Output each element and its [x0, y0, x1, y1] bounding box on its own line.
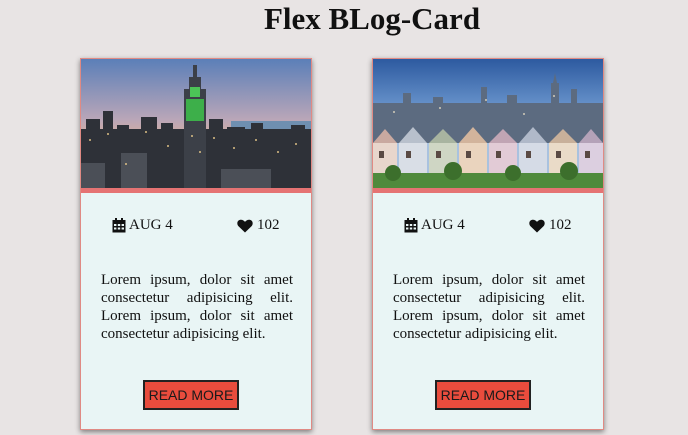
date-label: AUG 4 — [129, 217, 173, 233]
read-more-button[interactable]: READ MORE — [435, 380, 531, 410]
card-likes: 102 — [237, 217, 280, 234]
blog-card: AUG 4 102 Lorem ipsum, dolor sit amet co… — [80, 58, 312, 430]
heart-icon[interactable] — [529, 219, 545, 233]
date-label: AUG 4 — [421, 217, 465, 233]
card-image — [373, 59, 603, 193]
blog-card: AUG 4 102 Lorem ipsum, dolor sit amet co… — [372, 58, 604, 430]
card-text: Lorem ipsum, dolor sit amet consectetur … — [393, 272, 585, 342]
likes-count: 102 — [257, 217, 280, 233]
card-likes: 102 — [529, 217, 572, 234]
likes-count: 102 — [549, 217, 572, 233]
card-meta: AUG 4 102 — [373, 217, 603, 239]
page-title: Flex BLog-Card — [263, 1, 481, 36]
calendar-icon — [404, 218, 418, 233]
card-meta: AUG 4 102 — [81, 217, 311, 239]
read-more-button[interactable]: READ MORE — [143, 380, 239, 410]
card-image — [81, 59, 311, 193]
card-date: AUG 4 — [112, 217, 173, 234]
calendar-icon — [112, 218, 126, 233]
card-date: AUG 4 — [404, 217, 465, 234]
heart-icon[interactable] — [237, 219, 253, 233]
card-text: Lorem ipsum, dolor sit amet consectetur … — [101, 272, 293, 342]
